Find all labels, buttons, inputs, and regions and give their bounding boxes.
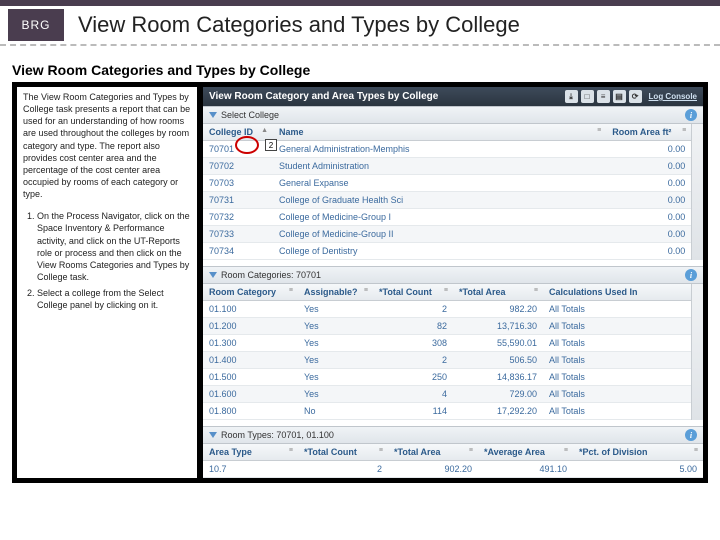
table-row[interactable]: 01.100Yes2982.20All Totals — [203, 301, 691, 318]
scrollbar[interactable] — [691, 124, 703, 260]
col-total-count[interactable]: *Total Count≡ — [373, 284, 453, 301]
table-row[interactable]: 70734College of Dentistry0.00 — [203, 243, 691, 260]
app-title: View Room Category and Area Types by Col… — [209, 91, 438, 102]
col-type-area[interactable]: *Total Area≡ — [388, 444, 478, 461]
col-assignable[interactable]: Assignable?≡ — [298, 284, 373, 301]
info-icon[interactable]: i — [685, 109, 697, 121]
table-row[interactable]: 10.72902.20491.105.00 — [203, 461, 703, 478]
refresh-icon[interactable]: ⟳ — [629, 90, 642, 103]
header: BRG View Room Categories and Types by Co… — [0, 6, 720, 46]
types-table: Area Type≡ *Total Count≡ *Total Area≡ *A… — [203, 444, 703, 478]
select-college-header[interactable]: Select College i — [203, 106, 703, 124]
panel-subtitle: View Room Categories and Types by Colleg… — [12, 62, 708, 78]
steps-list: On the Process Navigator, click on the S… — [23, 210, 191, 311]
room-categories-header[interactable]: Room Categories: 70701 i — [203, 266, 703, 284]
collapse-icon[interactable] — [209, 112, 217, 118]
table-row[interactable]: 70733College of Medicine-Group II0.00 — [203, 226, 691, 243]
app-titlebar: View Room Category and Area Types by Col… — [203, 87, 703, 106]
table-row[interactable]: 70702Student Administration0.00 — [203, 158, 691, 175]
table-row[interactable]: 01.200Yes8213,716.30All Totals — [203, 318, 691, 335]
description-text: The View Room Categories and Types by Co… — [23, 91, 191, 200]
info-icon[interactable]: i — [685, 429, 697, 441]
callout-label-2: 2 — [265, 139, 277, 151]
col-college-id[interactable]: College ID▲ — [203, 124, 273, 141]
left-column: The View Room Categories and Types by Co… — [17, 87, 197, 478]
main-panel: The View Room Categories and Types by Co… — [12, 82, 708, 483]
table-row[interactable]: 01.600Yes4729.00All Totals — [203, 386, 691, 403]
logo: BRG — [8, 9, 64, 41]
scrollbar[interactable] — [691, 284, 703, 420]
col-calculations[interactable]: Calculations Used In — [543, 284, 691, 301]
table-row[interactable]: 70703General Expanse0.00 — [203, 175, 691, 192]
table-row[interactable]: 01.500Yes25014,836.17All Totals — [203, 369, 691, 386]
step-1: On the Process Navigator, click on the S… — [37, 210, 191, 283]
table-row[interactable]: 01.300Yes30855,590.01All Totals — [203, 335, 691, 352]
pdf-icon[interactable]: □ — [581, 90, 594, 103]
col-college-area[interactable]: Room Area ft²≡ — [606, 124, 691, 141]
col-area-type[interactable]: Area Type≡ — [203, 444, 298, 461]
col-total-area[interactable]: *Total Area≡ — [453, 284, 543, 301]
col-room-category[interactable]: Room Category≡ — [203, 284, 298, 301]
room-types-header[interactable]: Room Types: 70701, 01.100 i — [203, 426, 703, 444]
table-row[interactable]: 70732College of Medicine-Group I0.00 — [203, 209, 691, 226]
print-icon[interactable]: ▤ — [613, 90, 626, 103]
export-icon[interactable]: ⤓ — [565, 90, 578, 103]
category-table: Room Category≡ Assignable?≡ *Total Count… — [203, 284, 691, 420]
page-title: View Room Categories and Types by Colleg… — [78, 12, 520, 38]
step-2: Select a college from the Select College… — [37, 287, 191, 311]
app-screenshot: View Room Category and Area Types by Col… — [203, 87, 703, 478]
col-college-name[interactable]: Name≡ — [273, 124, 606, 141]
table-row[interactable]: 01.800No11417,292.20All Totals — [203, 403, 691, 420]
collapse-icon[interactable] — [209, 272, 217, 278]
table-row[interactable]: 01.400Yes2506.50All Totals — [203, 352, 691, 369]
collapse-icon[interactable] — [209, 432, 217, 438]
table-row[interactable]: 70731College of Graduate Health Sci0.00 — [203, 192, 691, 209]
col-avg-area[interactable]: *Average Area≡ — [478, 444, 573, 461]
col-pct-division[interactable]: *Pct. of Division≡ — [573, 444, 703, 461]
info-icon[interactable]: i — [685, 269, 697, 281]
log-console-link[interactable]: Log Console — [649, 92, 697, 101]
col-type-count[interactable]: *Total Count≡ — [298, 444, 388, 461]
doc-icon[interactable]: ≡ — [597, 90, 610, 103]
